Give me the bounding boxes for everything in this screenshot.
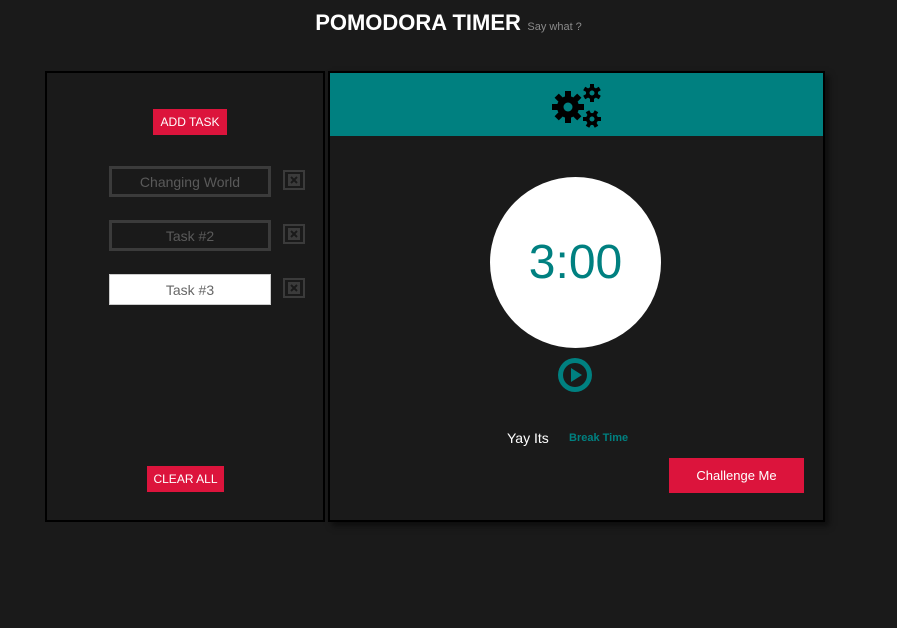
settings-bar: [330, 73, 823, 136]
tasks-panel: ADD TASK Changing World Task #2 Task #3 …: [45, 71, 325, 522]
page-subtitle: Say what ?: [527, 21, 582, 33]
delete-task-button-3[interactable]: [283, 278, 305, 298]
add-task-button[interactable]: ADD TASK: [153, 109, 227, 135]
gears-icon[interactable]: [550, 81, 604, 131]
play-icon: [563, 363, 587, 387]
mode-link[interactable]: Break Time: [569, 432, 628, 444]
task-row: [109, 220, 309, 252]
delete-task-button-2[interactable]: [283, 224, 305, 244]
play-button[interactable]: [558, 358, 592, 392]
mode-label: Yay Its: [507, 430, 549, 446]
pomodoro-page: POMODORA TIMER Say what ? ADD TASK Chang…: [0, 0, 897, 628]
close-icon: [288, 174, 300, 186]
page-title: POMODORA TIMER: [315, 10, 521, 35]
close-icon: [288, 282, 300, 294]
task-input-1[interactable]: [109, 166, 271, 197]
delete-task-button-1[interactable]: [283, 170, 305, 190]
timer-panel: 3:00 Yay Its Break Time Challenge Me: [328, 71, 825, 522]
task-input-2[interactable]: [109, 220, 271, 251]
task-row: [109, 274, 309, 306]
clear-all-button[interactable]: CLEAR ALL: [147, 466, 224, 492]
timer-display: 3:00: [490, 177, 661, 348]
header: POMODORA TIMER Say what ?: [0, 10, 897, 36]
challenge-me-button[interactable]: Challenge Me: [669, 458, 804, 493]
task-input-3[interactable]: [109, 274, 271, 305]
task-row: [109, 166, 309, 198]
close-icon: [288, 228, 300, 240]
timer-time: 3:00: [528, 236, 623, 289]
